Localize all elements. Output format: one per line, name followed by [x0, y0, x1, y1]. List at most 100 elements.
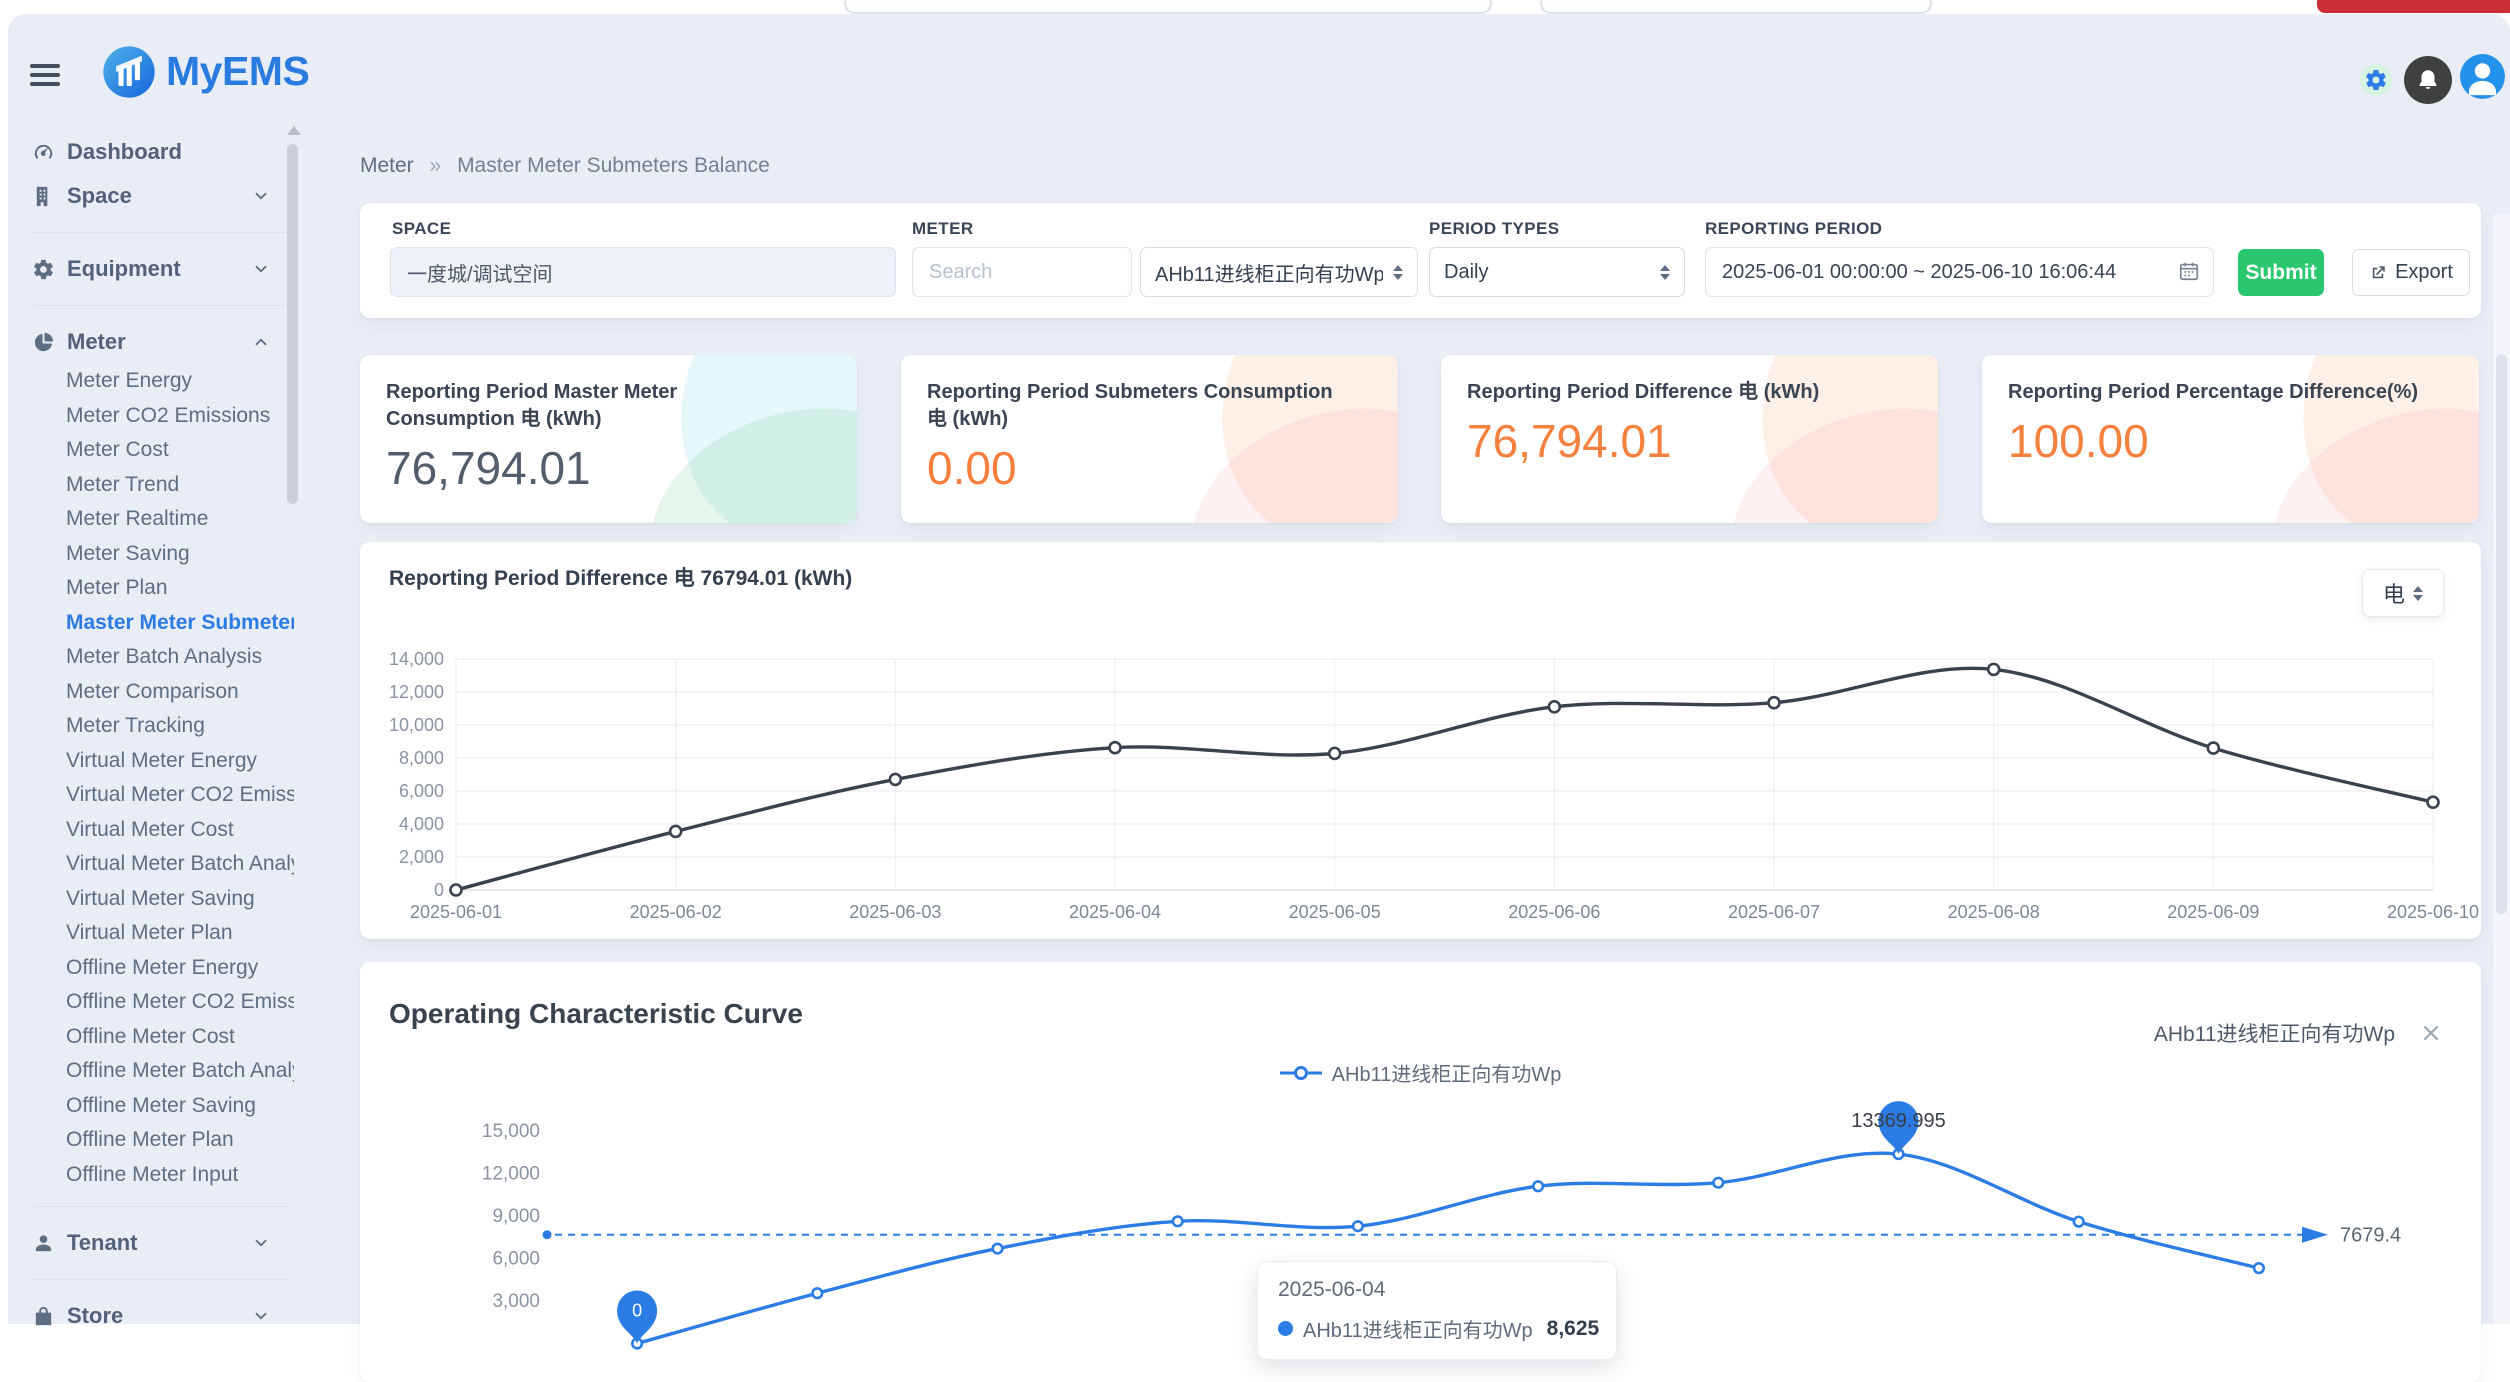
sidebar-item-offline-meter-plan[interactable]: Offline Meter Plan: [8, 1123, 294, 1158]
settings-button[interactable]: [2360, 64, 2392, 96]
tooltip-value: 8,625: [1533, 1317, 1600, 1341]
sidebar-item-virtual-meter-energy[interactable]: Virtual Meter Energy: [8, 744, 294, 779]
sidebar: Dashboard Space Equipment Meter Meter Energy…: [8, 130, 304, 1338]
chart-tooltip: 2025-06-04 AHb11进线柜正向有功Wp 8,625: [1257, 1261, 1617, 1360]
browser-red-button[interactable]: [2317, 0, 2510, 13]
svg-text:0: 0: [632, 1301, 642, 1321]
sidebar-item-virtual-meter-plan[interactable]: Virtual Meter Plan: [8, 916, 294, 951]
sidebar-item-meter-tracking[interactable]: Meter Tracking: [8, 709, 294, 744]
user-avatar[interactable]: [2460, 54, 2505, 99]
sidebar-item-meter-trend[interactable]: Meter Trend: [8, 468, 294, 503]
space-input[interactable]: [390, 247, 896, 297]
export-button[interactable]: Export: [2352, 249, 2470, 296]
sidebar-item-virtual-meter-batch-analysis[interactable]: Virtual Meter Batch Analysis: [8, 847, 294, 882]
sidebar-item-meter-comparison[interactable]: Meter Comparison: [8, 675, 294, 710]
sidebar-item-meter-plan[interactable]: Meter Plan: [8, 571, 294, 606]
legend-label: AHb11进线柜正向有功Wp: [1332, 1058, 1562, 1087]
sidebar-item-offline-meter-input[interactable]: Offline Meter Input: [8, 1158, 294, 1193]
building-icon: [32, 185, 55, 208]
period-types-select[interactable]: Daily: [1429, 247, 1685, 297]
svg-text:10,000: 10,000: [389, 715, 444, 735]
svg-text:8,000: 8,000: [399, 748, 444, 768]
filter-panel: SPACE METER AHb11进线柜正向有功Wp PERIOD TYPES …: [360, 203, 2481, 318]
chart-title: Reporting Period Difference 电 76794.01 (…: [389, 562, 852, 592]
stat-card-submeters-consumption: Reporting Period Submeters Consumption 电…: [901, 355, 1398, 523]
sidebar-item-dashboard[interactable]: Dashboard: [8, 130, 304, 174]
sidebar-item-equipment[interactable]: Equipment: [8, 247, 304, 291]
sidebar-item-label: Space: [67, 183, 132, 209]
sidebar-scroll-up-icon[interactable]: [287, 126, 301, 135]
sidebar-item-offline-meter-co2-emissions[interactable]: Offline Meter CO2 Emissions: [8, 985, 294, 1020]
browser-tab[interactable]: [1540, 0, 1932, 14]
meter-select[interactable]: AHb11进线柜正向有功Wp: [1140, 247, 1418, 297]
sidebar-item-label: Equipment: [67, 256, 181, 282]
bell-icon: [2415, 67, 2441, 93]
stat-value: 100.00: [2008, 414, 2453, 468]
stat-title: Reporting Period Difference 电 (kWh): [1467, 379, 1887, 406]
sidebar-item-meter-energy[interactable]: Meter Energy: [8, 364, 294, 399]
notifications-button[interactable]: [2404, 56, 2452, 104]
gauge-icon: [32, 141, 55, 164]
sidebar-item-meter-saving[interactable]: Meter Saving: [8, 537, 294, 572]
svg-text:2025-06-09: 2025-06-09: [2167, 902, 2259, 922]
sidebar-item-label: Tenant: [67, 1230, 137, 1256]
sidebar-item-store[interactable]: Store: [8, 1294, 304, 1338]
energy-unit-select[interactable]: 电: [2362, 569, 2444, 617]
page-scrollbar-thumb[interactable]: [2496, 354, 2507, 914]
legend-item[interactable]: AHb11进线柜正向有功Wp: [360, 1058, 2481, 1087]
submit-button[interactable]: Submit: [2238, 249, 2324, 296]
shopping-bag-icon: [32, 1305, 55, 1328]
difference-chart[interactable]: 02,0004,0006,0008,00010,00012,00014,0002…: [360, 542, 2481, 939]
occ-chart-title: Operating Characteristic Curve: [389, 998, 803, 1030]
svg-text:3,000: 3,000: [492, 1291, 540, 1312]
sidebar-item-virtual-meter-saving[interactable]: Virtual Meter Saving: [8, 882, 294, 917]
period-types-label: PERIOD TYPES: [1429, 219, 1559, 239]
sidebar-item-tenant[interactable]: Tenant: [8, 1221, 304, 1265]
sidebar-item-virtual-meter-cost[interactable]: Virtual Meter Cost: [8, 813, 294, 848]
svg-text:12,000: 12,000: [482, 1164, 540, 1185]
brand-name[interactable]: MyEMS: [166, 48, 309, 95]
breadcrumb-section[interactable]: Meter: [360, 154, 414, 177]
export-icon: [2369, 264, 2387, 282]
updown-arrows-icon: [1393, 265, 1403, 280]
sidebar-item-meter-batch-analysis[interactable]: Meter Batch Analysis: [8, 640, 294, 675]
sidebar-item-offline-meter-energy[interactable]: Offline Meter Energy: [8, 951, 294, 986]
stat-value: 76,794.01: [1467, 414, 1912, 468]
period-types-value: Daily: [1444, 261, 1650, 284]
sidebar-item-space[interactable]: Space: [8, 174, 304, 218]
updown-arrows-icon: [2413, 586, 2423, 601]
breadcrumb-separator: »: [430, 154, 442, 177]
legend-marker-icon: [1280, 1065, 1322, 1081]
svg-text:2025-06-04: 2025-06-04: [1069, 902, 1161, 922]
sidebar-item-master-meter-submeters-balance[interactable]: Master Meter Submeters Balance: [8, 606, 294, 641]
sidebar-item-offline-meter-saving[interactable]: Offline Meter Saving: [8, 1089, 294, 1124]
sidebar-item-meter-realtime[interactable]: Meter Realtime: [8, 502, 294, 537]
close-icon[interactable]: [2421, 1023, 2441, 1043]
calendar-icon[interactable]: [2178, 260, 2200, 282]
svg-text:2025-06-05: 2025-06-05: [1289, 902, 1381, 922]
svg-text:14,000: 14,000: [389, 649, 444, 669]
meter-search-input[interactable]: [912, 247, 1132, 297]
stat-value: 76,794.01: [386, 441, 831, 495]
sidebar-item-label: Meter: [67, 329, 126, 355]
sidebar-item-offline-meter-cost[interactable]: Offline Meter Cost: [8, 1020, 294, 1055]
stat-card-difference: Reporting Period Difference 电 (kWh) 76,7…: [1441, 355, 1938, 523]
browser-tab[interactable]: [844, 0, 1492, 14]
chevron-up-icon: [252, 333, 270, 351]
sidebar-item-label: Store: [67, 1303, 123, 1329]
menu-toggle-button[interactable]: [30, 64, 62, 90]
myems-logo-icon: [101, 44, 157, 100]
divider: [34, 232, 288, 233]
sidebar-item-virtual-meter-co2-emissions[interactable]: Virtual Meter CO2 Emissions: [8, 778, 294, 813]
sidebar-item-offline-meter-batch-analysis[interactable]: Offline Meter Batch Analysis: [8, 1054, 294, 1089]
reporting-period-input[interactable]: [1705, 247, 2214, 297]
updown-arrows-icon: [1660, 265, 1670, 280]
reporting-period-label: REPORTING PERIOD: [1705, 219, 1882, 239]
page-scrollbar[interactable]: [2492, 214, 2510, 1324]
sidebar-scrollbar[interactable]: [287, 144, 298, 504]
svg-text:0: 0: [434, 880, 444, 900]
sidebar-item-meter-co2-emissions[interactable]: Meter CO2 Emissions: [8, 399, 294, 434]
space-label: SPACE: [392, 219, 451, 239]
sidebar-item-meter-cost[interactable]: Meter Cost: [8, 433, 294, 468]
sidebar-item-meter[interactable]: Meter: [8, 320, 304, 364]
